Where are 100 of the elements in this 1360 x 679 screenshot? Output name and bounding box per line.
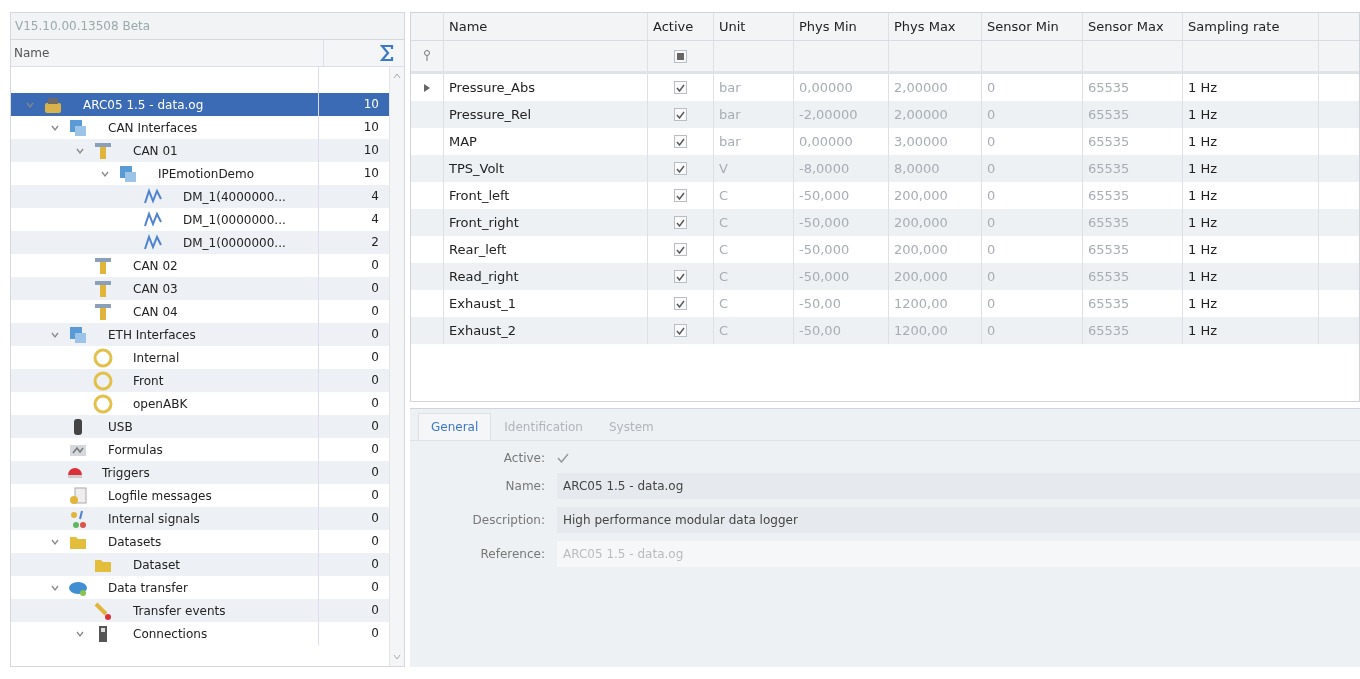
field-label: Name: [504,479,545,493]
table-cell: C [714,317,794,344]
active-checkbox[interactable] [674,135,687,148]
tree-row[interactable]: CAN 01 10 [11,139,389,162]
table-row[interactable]: TPS_Volt V -8,0000 8,0000 0 65535 1 Hz [411,155,1359,182]
tree-item-label: openABK [133,396,188,411]
tree-item-label: DM_1(0000000... [183,235,286,250]
active-checkbox[interactable] [674,270,687,283]
check-icon [676,218,685,227]
active-checkbox[interactable] [674,216,687,229]
connector-icon [93,278,113,299]
tab[interactable]: General [418,413,492,440]
active-checkbox[interactable] [674,297,687,310]
scroll-down-icon [393,654,401,660]
filter-checkbox[interactable] [674,49,687,63]
network-icon [118,163,138,184]
input-field[interactable]: High performance modular data logger [557,507,1360,533]
check-icon [676,137,685,146]
port-icon [93,347,113,368]
active-checkbox[interactable] [557,451,571,465]
tree-item-label: Internal [133,350,180,365]
tree-item-label: Transfer events [133,603,226,618]
tree-row[interactable]: DM_1(4000000... 4 [11,185,389,208]
tree-row[interactable]: Front 0 [11,369,389,392]
tree-row[interactable]: DM_1(0000000... 2 [11,231,389,254]
check-icon [676,83,685,92]
sampling-rate-cell: 1 Hz [1183,317,1319,344]
sum-icon [380,44,394,62]
connector-icon [93,255,113,276]
tree-row[interactable]: Triggers 0 [11,461,389,484]
check-icon [676,164,685,173]
active-checkbox[interactable] [674,243,687,256]
tree-row[interactable]: Transfer events 0 [11,599,389,622]
check-icon [676,245,685,254]
column-header[interactable]: Sensor Max [1083,13,1183,40]
column-header[interactable]: Active [648,13,714,40]
column-header[interactable]: Phys Max [889,13,982,40]
active-checkbox[interactable] [674,108,687,121]
tree-item-label: IPEmotionDemo [158,166,255,181]
column-header[interactable]: Sampling rate [1183,13,1319,40]
tree-item-label: Front [133,373,164,388]
tree-item-label: CAN 03 [133,281,178,296]
tree-item-label: DM_1(4000000... [183,189,286,204]
check-icon [676,191,685,200]
table-cell: 65535 [1083,317,1183,344]
field-label: Description: [471,513,545,527]
tree-item-label: Internal signals [108,511,200,526]
table-cell: -50,00 [794,317,889,344]
version-label: V15.10.00.13508 Beta [11,13,404,40]
tree-item-label: Connections [133,626,208,641]
field-label: Active: [502,451,545,465]
tree-row[interactable]: Internal signals 0 [11,507,389,530]
tree-row[interactable]: CAN 03 0 [11,277,389,300]
tree-row[interactable]: USB 0 [11,415,389,438]
plug-icon [93,600,113,621]
column-header[interactable]: Name [444,13,648,40]
scrollbar[interactable] [389,67,404,666]
tree-item-label: Logfile messages [108,488,212,503]
column-header[interactable]: Phys Min [794,13,889,40]
table-cell: 0 [982,317,1083,344]
alarm-icon [68,467,82,478]
tree-row[interactable]: ARC05 1.5 - data.og 10 [11,93,389,116]
tree-item-label: USB [108,419,133,434]
signals-icon [68,508,88,529]
current-row-icon [424,83,430,92]
check-icon [676,299,685,308]
tree-item-label: Data transfer [108,580,188,595]
active-checkbox[interactable] [674,324,687,337]
check-icon [676,326,685,335]
tree-item-label: CAN Interfaces [108,120,198,135]
port-icon [93,370,113,391]
pin-icon [423,50,431,62]
active-checkbox[interactable] [674,189,687,202]
indeterminate-icon [677,52,684,60]
tree-item-label: Dataset [133,557,180,572]
active-checkbox[interactable] [674,81,687,94]
table-row[interactable]: Front_right C -50,000 200,000 0 65535 1 Hz [411,209,1359,236]
port-icon [93,393,113,414]
log-icon [68,485,88,506]
column-header[interactable]: Unit [714,13,794,40]
tree-item-label: CAN 01 [133,143,178,158]
tree-row[interactable]: ETH Interfaces 0 [11,323,389,346]
table-row[interactable]: Pressure_Rel bar -2,00000 2,00000 0 65535 1 Hz [411,101,1359,128]
tree-row[interactable]: Dataset 0 [11,553,389,576]
column-header[interactable]: Sensor Min [982,13,1083,40]
table-row[interactable]: Read_right C -50,000 200,000 0 65535 1 Hz [411,263,1359,290]
active-checkbox[interactable] [674,162,687,175]
tree-item-label: DM_1(0000000... [183,212,286,227]
table-row[interactable]: Exhaust_2 C -50,00 1200,00 0 65535 1 Hz [411,317,1359,344]
field-label: Reference: [479,547,545,561]
input-field[interactable]: ARC05 1.5 - data.og [557,473,1360,499]
tree-item-label: CAN 02 [133,258,178,273]
tree-item-label: CAN 04 [133,304,178,319]
name-cell: Exhaust_2 [444,317,648,344]
tree-item-label: ETH Interfaces [108,327,196,342]
check-icon [676,272,685,281]
check-icon [676,110,685,119]
connector-icon [93,140,113,161]
scroll-up-icon [393,73,401,79]
tree-item-label: Triggers [102,465,150,480]
